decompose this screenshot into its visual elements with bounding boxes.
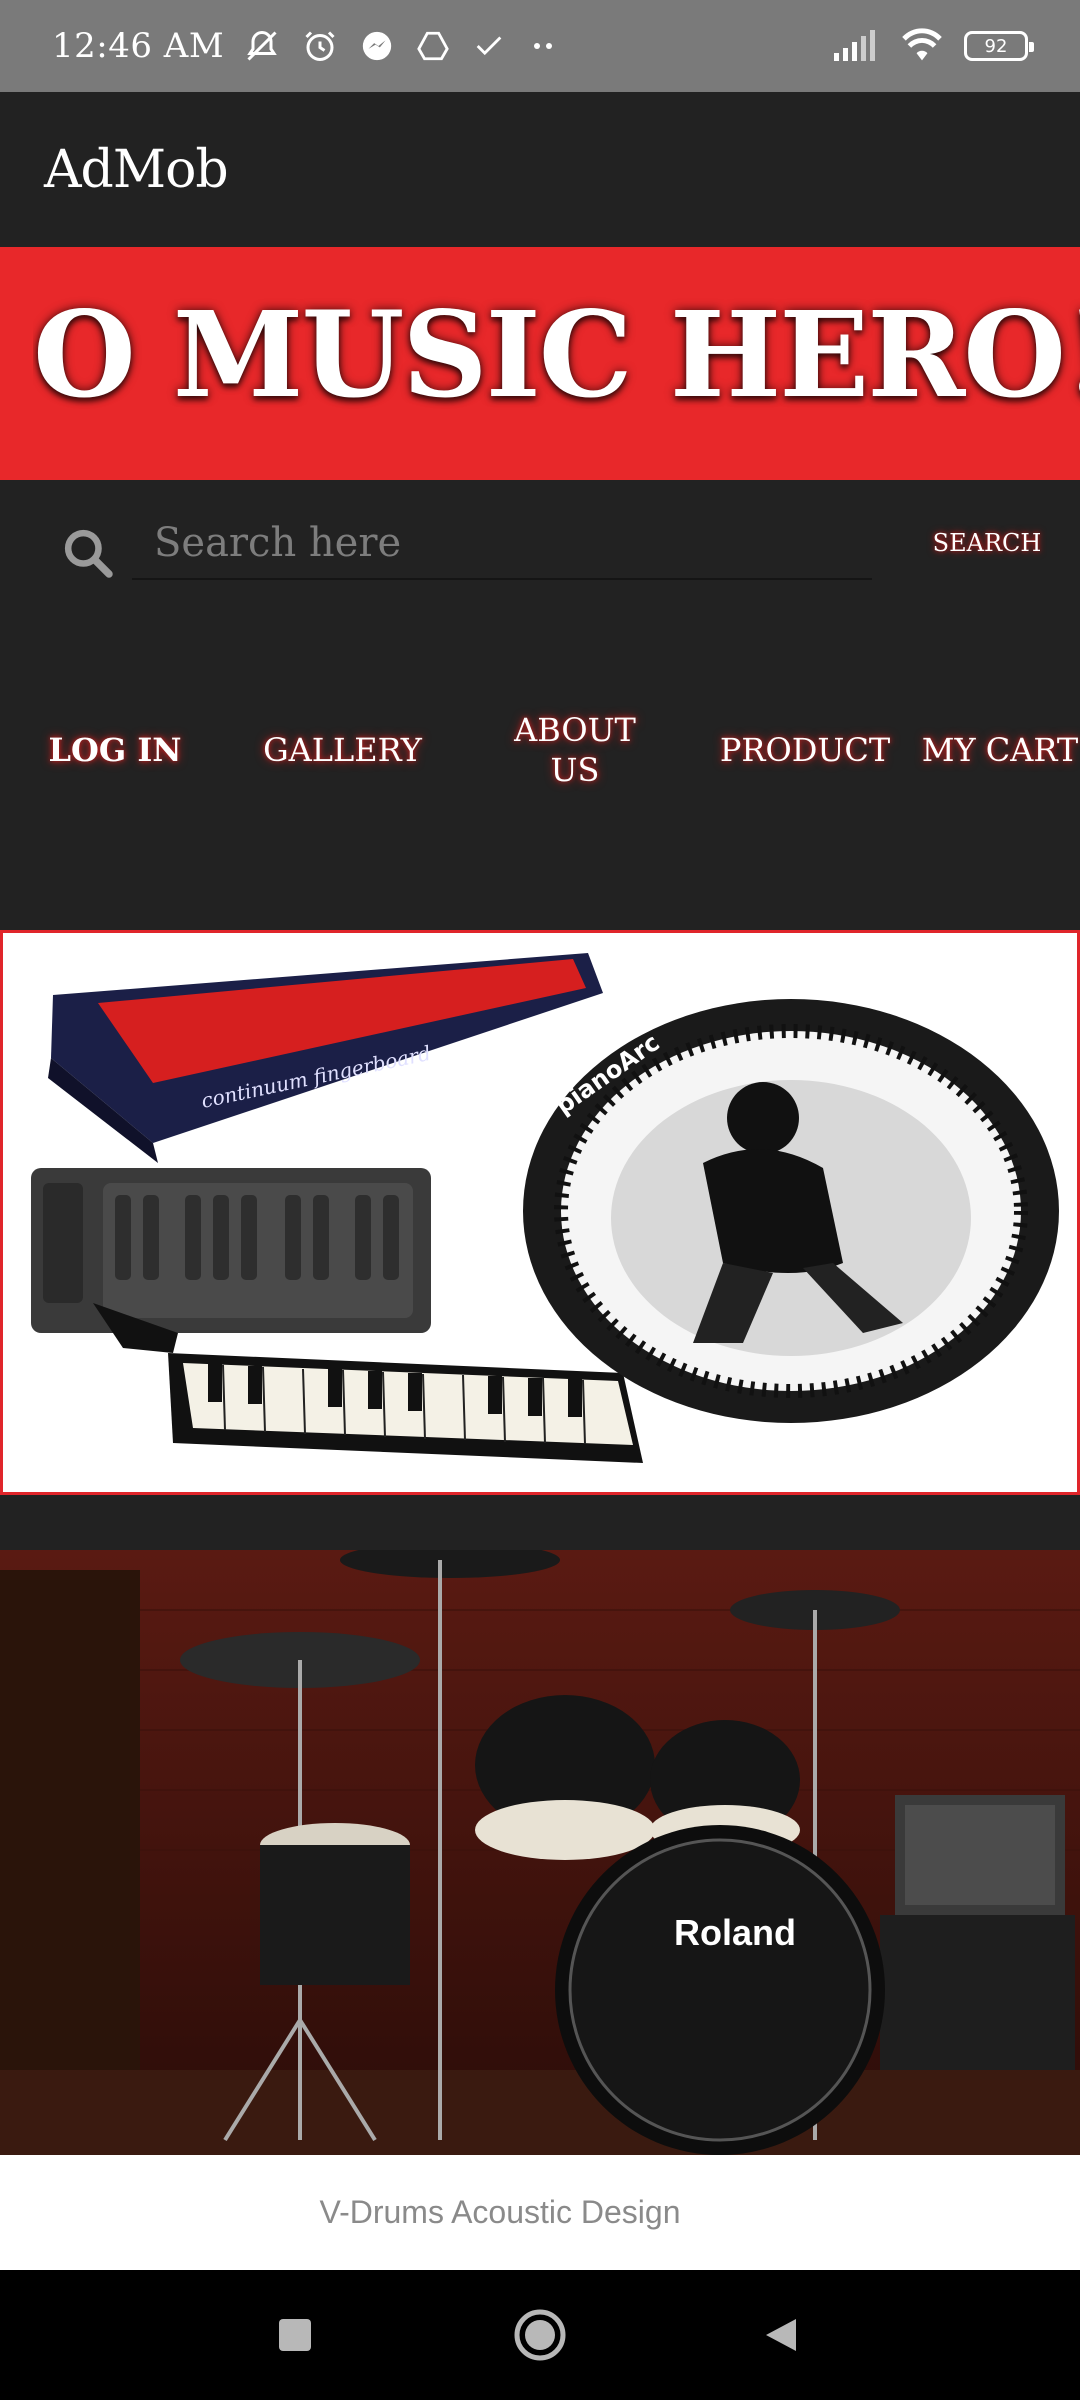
drum-brand-label: Roland <box>674 1912 796 1953</box>
piano-arc: pianoArc <box>523 999 1059 1423</box>
circle-icon <box>514 2309 566 2361</box>
search-input[interactable] <box>132 508 872 580</box>
status-time: 12:46 AM <box>52 26 225 66</box>
hero-banner: O MUSIC HERO! <box>0 247 1080 480</box>
nav-about-us[interactable]: ABOUT US <box>505 690 645 810</box>
battery-icon: 92 <box>964 31 1034 61</box>
nav-my-cart[interactable]: MY CART <box>920 690 1080 810</box>
banner-edge <box>0 247 33 480</box>
search-button[interactable]: SEARCH <box>922 518 1052 568</box>
search-row: SEARCH <box>0 480 1080 630</box>
system-nav-bar <box>0 2270 1080 2400</box>
nav-login[interactable]: LOG IN <box>40 690 190 810</box>
drum-caption: V-Drums Acoustic Design <box>319 2194 681 2230</box>
notification-icons <box>244 28 558 64</box>
banner-text: O MUSIC HERO! <box>33 285 1080 424</box>
back-triangle-icon <box>766 2319 796 2351</box>
instruments-image[interactable]: continuum fingerboard pianoArc <box>0 930 1080 1495</box>
messenger-icon <box>363 31 392 61</box>
status-bar: 12:46 AM 92 <box>0 0 1080 92</box>
instruments-illustration: continuum fingerboard pianoArc <box>31 953 1059 1463</box>
recents-button[interactable] <box>255 2270 335 2400</box>
signal-icon <box>834 30 875 61</box>
seaboard-keyboard <box>31 1168 431 1333</box>
alarm-icon <box>305 31 335 61</box>
app-title: AdMob <box>44 139 229 200</box>
main-nav: LOG IN GALLERY ABOUT US PRODUCT MY CART <box>0 690 1080 810</box>
more-icon <box>534 43 553 49</box>
check-icon <box>476 36 502 56</box>
back-button[interactable] <box>740 2270 820 2400</box>
square-icon <box>279 2319 311 2351</box>
nav-product[interactable]: PRODUCT <box>720 690 890 810</box>
continuum-fingerboard: continuum fingerboard <box>48 953 603 1163</box>
wifi-icon <box>902 28 942 61</box>
drum-photo: Roland <box>0 1550 1080 2155</box>
nav-about-line2: US <box>550 751 600 789</box>
mute-icon <box>247 30 277 61</box>
app-bar: AdMob <box>0 92 1080 247</box>
drive-icon <box>417 31 449 61</box>
drums-card[interactable]: Roland V-Drums Acoustic Design <box>0 1550 1080 2270</box>
system-status: 92 <box>832 28 1034 64</box>
nav-about-line1: ABOUT <box>514 711 636 749</box>
home-button[interactable] <box>500 2270 580 2400</box>
search-icon[interactable] <box>60 525 116 581</box>
nav-gallery[interactable]: GALLERY <box>250 690 435 810</box>
